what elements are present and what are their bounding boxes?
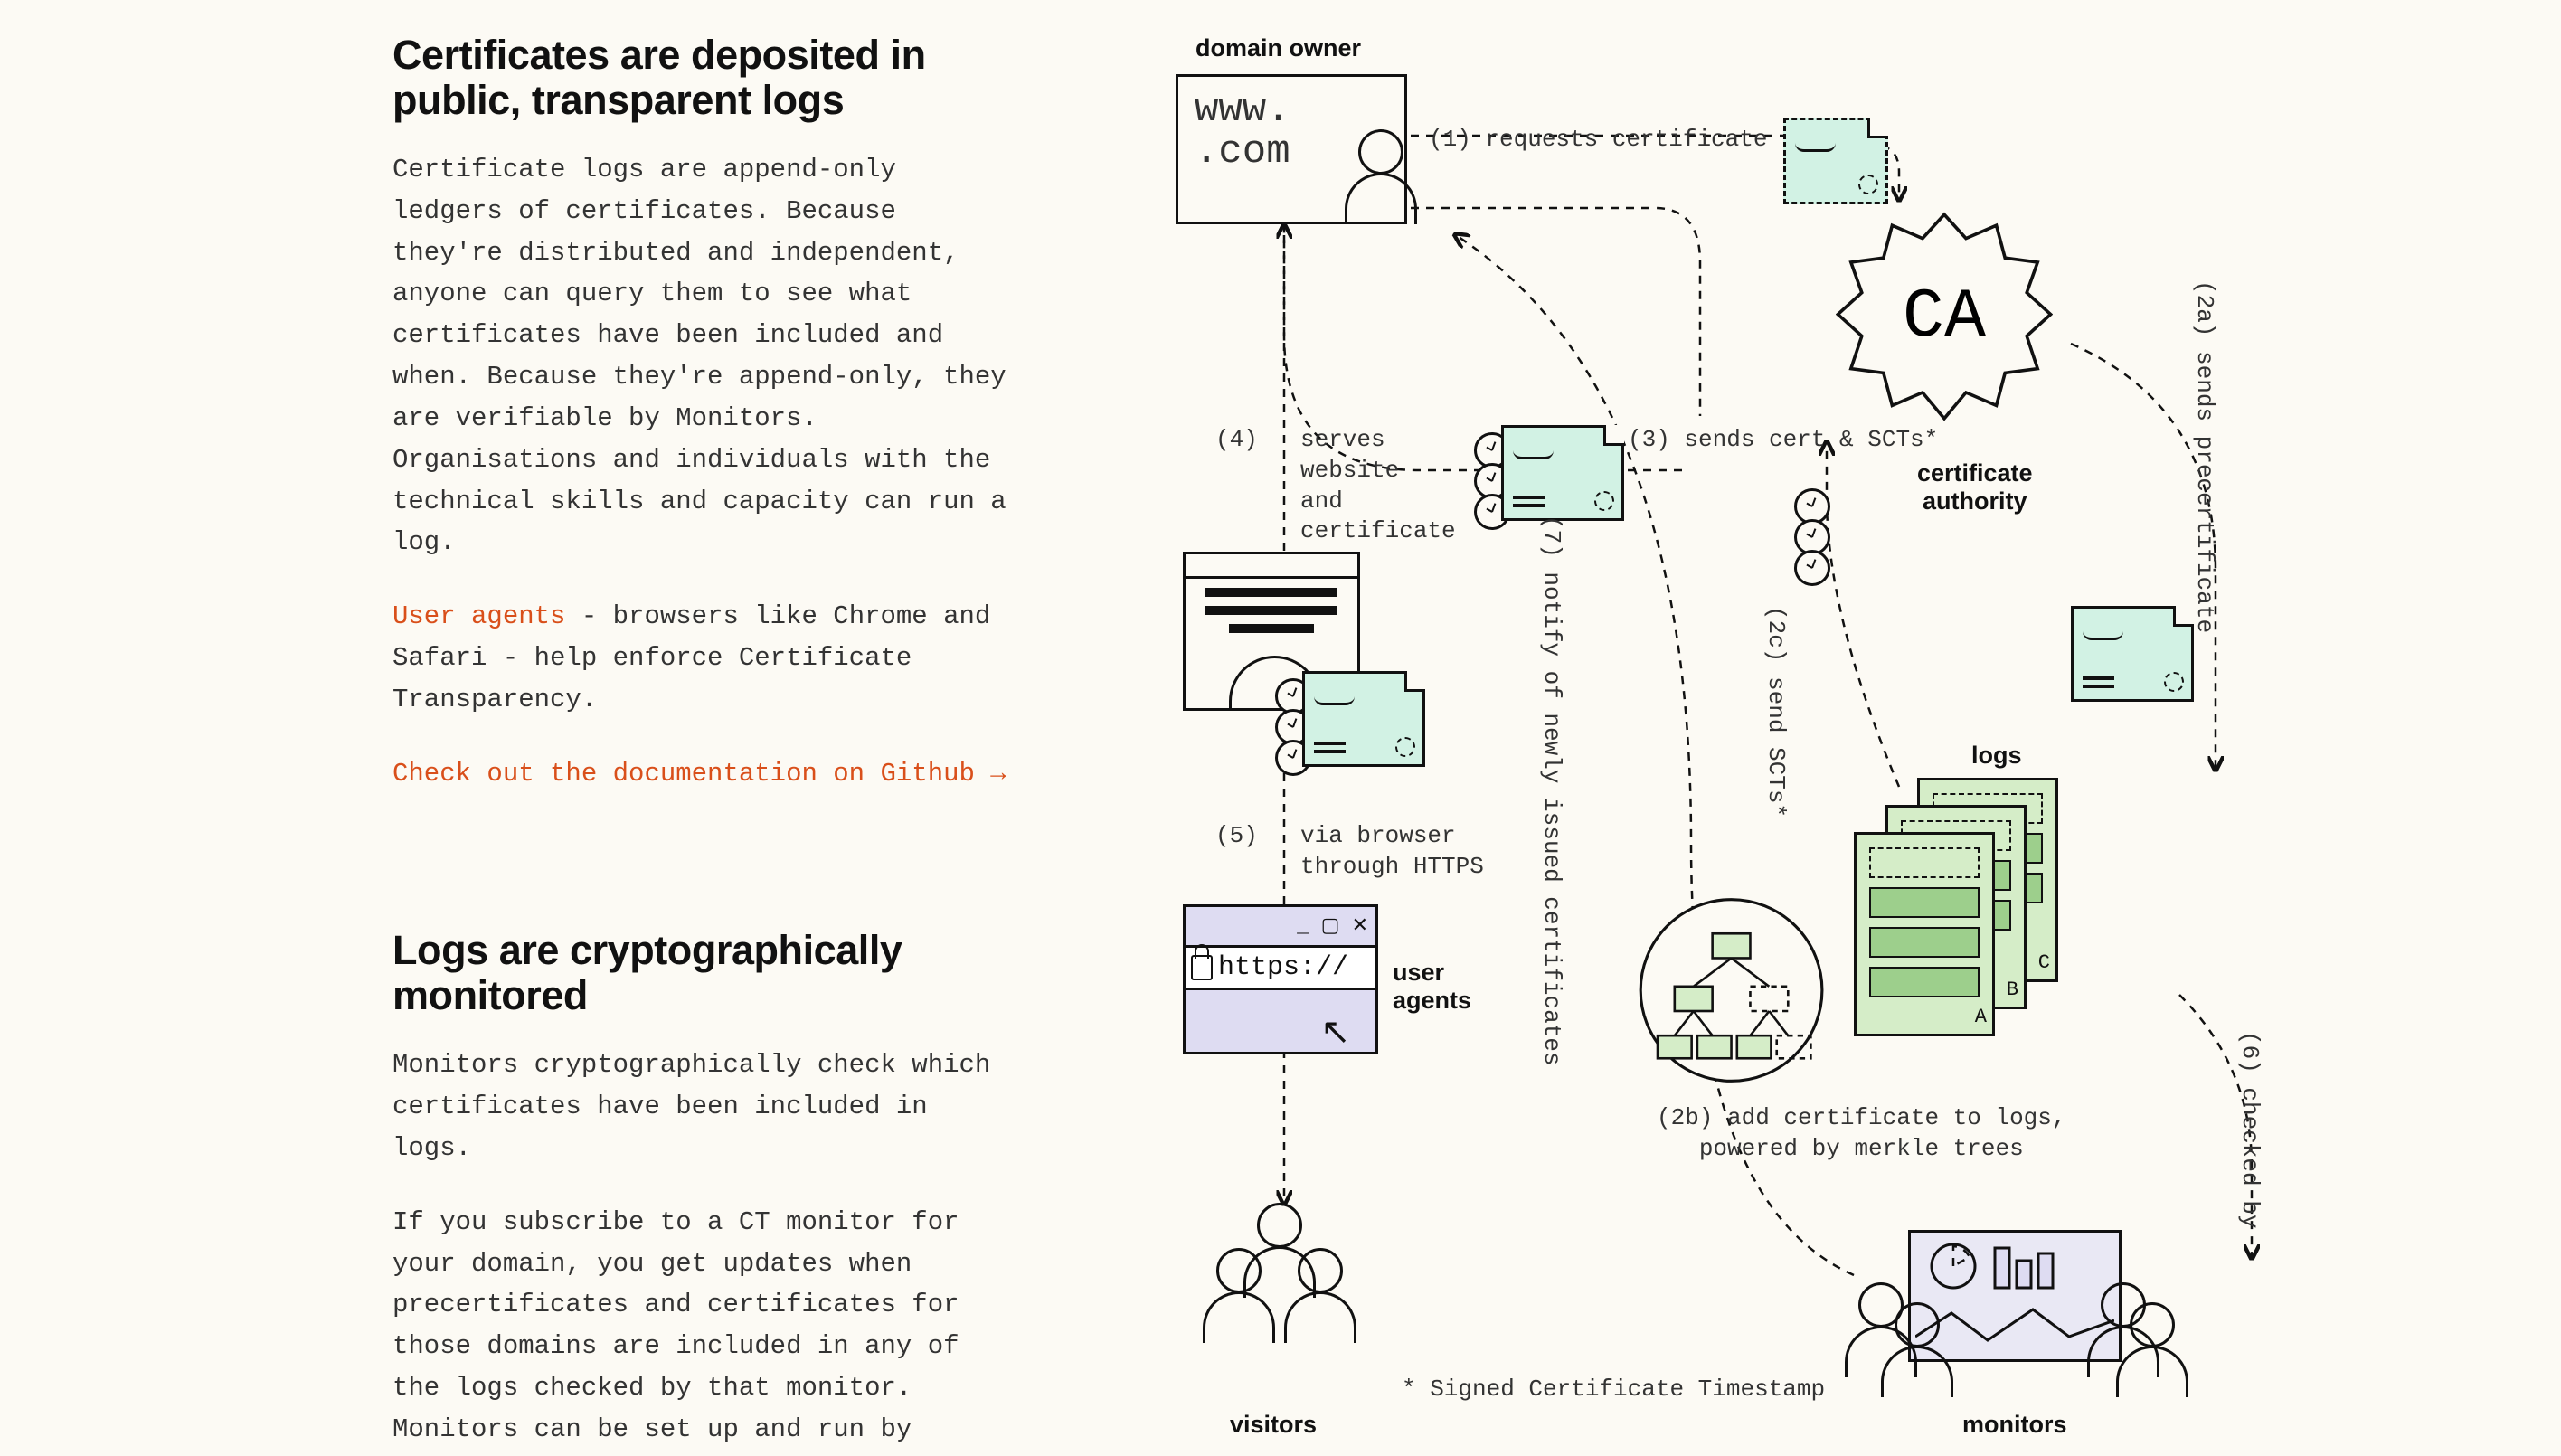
domain-owner-box: www. .com bbox=[1176, 74, 1407, 224]
step-5-num: (5) bbox=[1215, 821, 1258, 852]
merkle-tree-icon bbox=[1637, 895, 1845, 1085]
step-2c-label: (2c) send SCTs* bbox=[1760, 606, 1791, 818]
https-text: https:// bbox=[1218, 952, 1348, 983]
log-c-tag: C bbox=[2038, 951, 2050, 974]
cert-to-logs-icon bbox=[2071, 606, 2194, 702]
domain-owner-www: www. .com bbox=[1195, 90, 1290, 173]
domain-owner-label: domain owner bbox=[1195, 34, 1361, 62]
owner-person-icon bbox=[1345, 129, 1417, 224]
section-2-heading: Logs are cryptographically monitored bbox=[392, 928, 1016, 1017]
sct-clocks-4 bbox=[1275, 678, 1306, 771]
step-5-text: via browser through HTTPS bbox=[1300, 821, 1484, 883]
user-agents-label: user agents bbox=[1393, 959, 1471, 1015]
step-3-label: (3) sends cert & SCTs* bbox=[1628, 425, 1938, 456]
cursor-icon: ↖ bbox=[1320, 1011, 1351, 1053]
log-a-tag: A bbox=[1975, 1006, 1987, 1028]
step-1-label: (1) requests certificate bbox=[1429, 125, 1767, 156]
section-1-ua-para: User agents - browsers like Chrome and S… bbox=[392, 596, 1016, 720]
section-2-body-1: Monitors cryptographically check which c… bbox=[392, 1045, 1016, 1168]
step-2b-label: (2b) add certificate to logs, powered by… bbox=[1657, 1103, 2065, 1165]
monitors-label: monitors bbox=[1962, 1411, 2067, 1439]
sct-clocks-3 bbox=[1474, 432, 1505, 525]
step-2a-label: (2a) sends precertificate bbox=[2188, 280, 2219, 633]
step-6-label: (6) checked by bbox=[2234, 1031, 2264, 1228]
user-agents-link[interactable]: User agents bbox=[392, 601, 565, 631]
text-column: Certificates are deposited in public, tr… bbox=[392, 33, 1016, 1456]
log-b-tag: B bbox=[2007, 979, 2018, 1001]
section-1-heading: Certificates are deposited in public, tr… bbox=[392, 33, 1016, 122]
served-cert-icon bbox=[1302, 671, 1425, 767]
step-4-text: serves website and certificate bbox=[1300, 425, 1456, 547]
ca-label: certificate authority bbox=[1917, 459, 2033, 515]
monitors-icon bbox=[1845, 1230, 2188, 1384]
step-7-label: (7) notify of newly issued certificates bbox=[1536, 515, 1566, 1066]
sct-clocks-2c bbox=[1794, 488, 1825, 581]
logs-title: logs bbox=[1971, 742, 2022, 770]
precertificate-icon bbox=[1783, 118, 1888, 204]
logs-stack-icon: C B A bbox=[1854, 778, 2071, 1031]
ca-text: CA bbox=[1903, 279, 1987, 358]
docs-github-link[interactable]: Check out the documentation on Github → bbox=[392, 759, 1006, 789]
step-4-num: (4) bbox=[1215, 425, 1258, 456]
visitors-label: visitors bbox=[1230, 1411, 1317, 1439]
section-2-body-2: If you subscribe to a CT monitor for you… bbox=[392, 1202, 1016, 1456]
cert-with-sct-icon bbox=[1501, 425, 1624, 521]
footnote: * Signed Certificate Timestamp bbox=[1402, 1375, 1825, 1405]
ct-flow-diagram: domain owner www. .com (1) requests cert… bbox=[1139, 27, 2279, 1447]
section-1-body: Certificate logs are append-only ledgers… bbox=[392, 149, 1016, 563]
ca-starburst-icon: CA bbox=[1836, 208, 2053, 425]
lock-icon bbox=[1191, 955, 1213, 980]
